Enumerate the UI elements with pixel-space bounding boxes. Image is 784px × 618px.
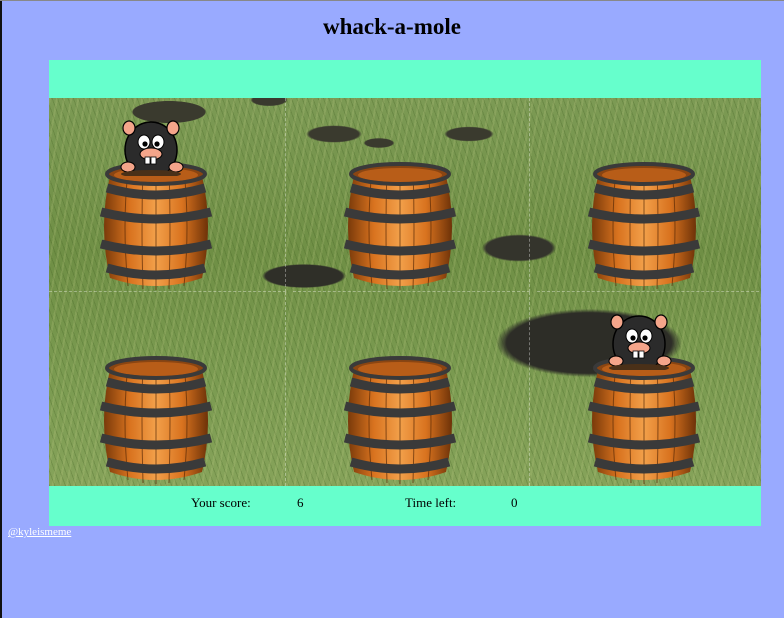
page-title: whack-a-mole [323,14,461,39]
time-left-value: 0 [511,495,518,510]
mole[interactable] [117,116,193,176]
hole-2[interactable] [293,98,530,292]
hole-5[interactable] [293,292,530,486]
status-bar: Your score: 6 Time left: 0 [49,486,761,526]
credit-link[interactable]: @kyleismeme [8,526,71,538]
barrel[interactable] [584,162,704,292]
barrel[interactable] [340,356,460,486]
barrel[interactable] [96,356,216,486]
hole-3[interactable] [537,98,761,292]
barrel[interactable] [340,162,460,292]
hole-4[interactable] [49,292,286,486]
game-field [49,98,761,486]
time-left-label: Time left: [405,495,457,510]
hole-6[interactable] [537,292,761,486]
hole-1[interactable] [49,98,286,292]
score-label: Your score: [191,495,251,510]
window-left-border [0,0,2,618]
score-value: 6 [297,495,304,510]
mole[interactable] [605,310,681,370]
barrel[interactable] [96,162,216,292]
game-panel: Your score: 6 Time left: 0 [49,60,761,526]
barrel[interactable] [584,356,704,486]
window-top-border [0,0,784,1]
